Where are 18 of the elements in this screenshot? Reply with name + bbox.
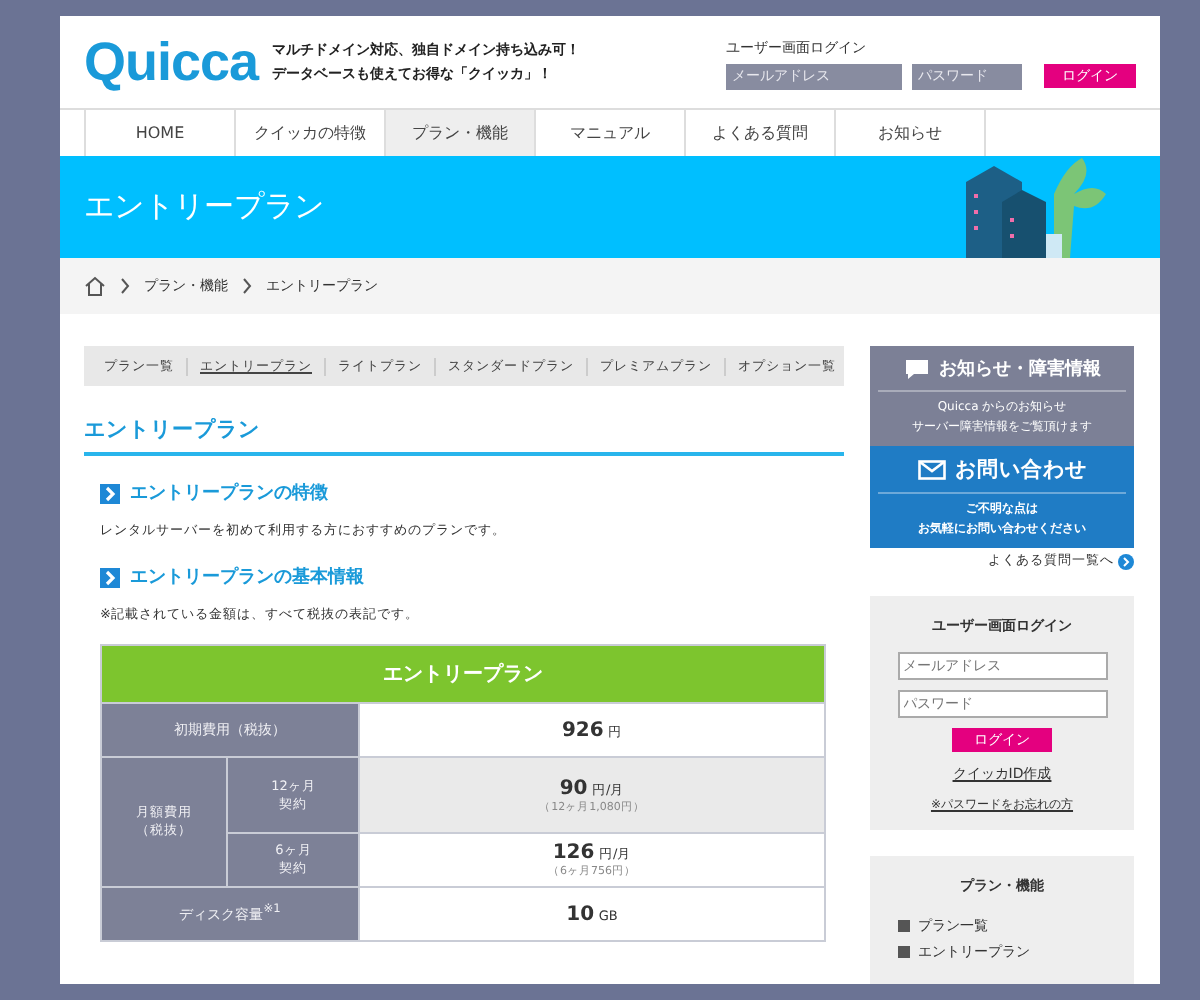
- chevron-icon: [120, 278, 130, 294]
- envelope-icon: [917, 460, 945, 480]
- section-heading: エントリープランの基本情報: [130, 564, 364, 590]
- speech-bubble-icon: [903, 358, 929, 380]
- panel-title: お問い合わせ: [955, 456, 1087, 484]
- table-title: エントリープラン: [101, 645, 825, 703]
- square-bullet-icon: [898, 946, 910, 958]
- panel-title: お知らせ・障害情報: [939, 356, 1101, 382]
- chevron-icon: [100, 567, 120, 587]
- home-icon[interactable]: [84, 276, 106, 296]
- page-title: エントリープラン: [84, 188, 324, 226]
- chevron-icon: [242, 278, 252, 294]
- chevron-icon: [1118, 553, 1134, 569]
- chevron-icon: [100, 483, 120, 503]
- section-title: エントリープラン: [84, 416, 844, 456]
- section-heading: エントリープランの特徴: [130, 480, 328, 506]
- nav-tab[interactable]: プラン・機能: [384, 110, 534, 156]
- square-bullet-icon: [898, 920, 910, 932]
